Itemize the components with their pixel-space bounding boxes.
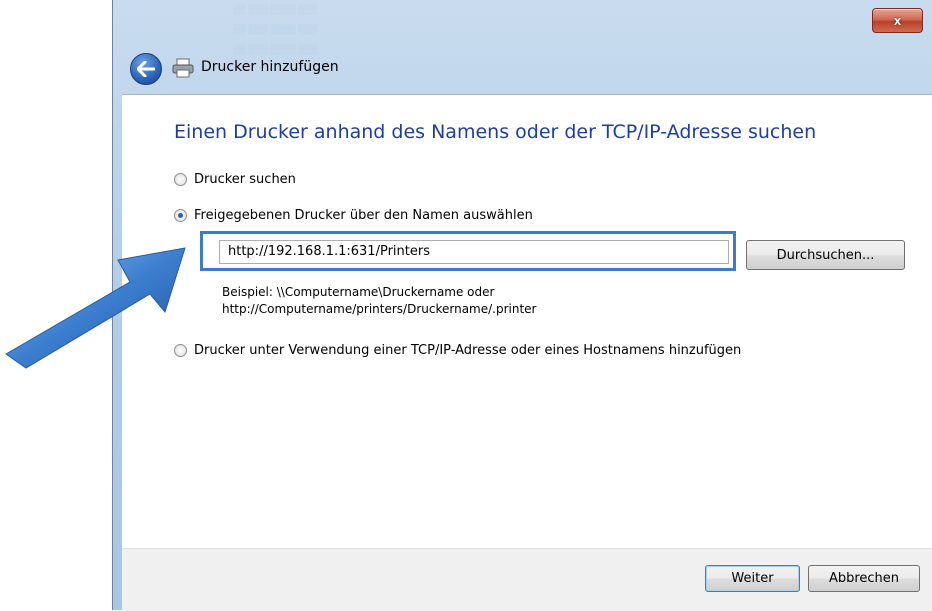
close-icon: x: [893, 13, 902, 28]
close-button[interactable]: x: [872, 8, 923, 33]
page-heading: Einen Drucker anhand des Namens oder der…: [174, 121, 817, 143]
example-line-2: http://Computername/printers/Druckername…: [222, 302, 537, 316]
content-panel: [122, 94, 932, 549]
back-arrow-icon: [137, 61, 155, 77]
radio-label: Drucker suchen: [194, 172, 296, 187]
shared-printer-input[interactable]: http://192.168.1.1:631/Printers: [219, 240, 729, 264]
pointer-arrow-icon: [5, 247, 186, 369]
radio-button[interactable]: [174, 173, 187, 186]
example-text: Beispiel: \\Computername\Druckername ode…: [222, 284, 537, 318]
radio-label: Drucker unter Verwendung einer TCP/IP-Ad…: [194, 343, 742, 358]
next-button[interactable]: Weiter: [705, 565, 800, 592]
radio-button-selected[interactable]: [174, 209, 187, 222]
browse-button[interactable]: Durchsuchen...: [746, 240, 905, 270]
radio-option-tcpip[interactable]: Drucker unter Verwendung einer TCP/IP-Ad…: [174, 343, 741, 358]
background-ghost-text: ░░ ░░░ ░░░░ ░░░: [233, 24, 318, 34]
printer-icon: [172, 58, 194, 78]
background-ghost-text: ░░ ░░░ ░░░░ ░░░: [233, 4, 318, 14]
cancel-button[interactable]: Abbrechen: [808, 565, 920, 592]
example-line-1: Beispiel: \\Computername\Druckername ode…: [222, 285, 495, 299]
radio-option-search[interactable]: Drucker suchen: [174, 172, 296, 187]
radio-option-shared-name[interactable]: Freigegebenen Drucker über den Namen aus…: [174, 208, 533, 223]
background-ghost-text: ░░ ░░░ ░░░░ ░░░: [233, 44, 318, 54]
radio-label: Freigegebenen Drucker über den Namen aus…: [194, 208, 533, 223]
window-title: Drucker hinzufügen: [201, 59, 339, 75]
back-button[interactable]: [130, 53, 162, 85]
